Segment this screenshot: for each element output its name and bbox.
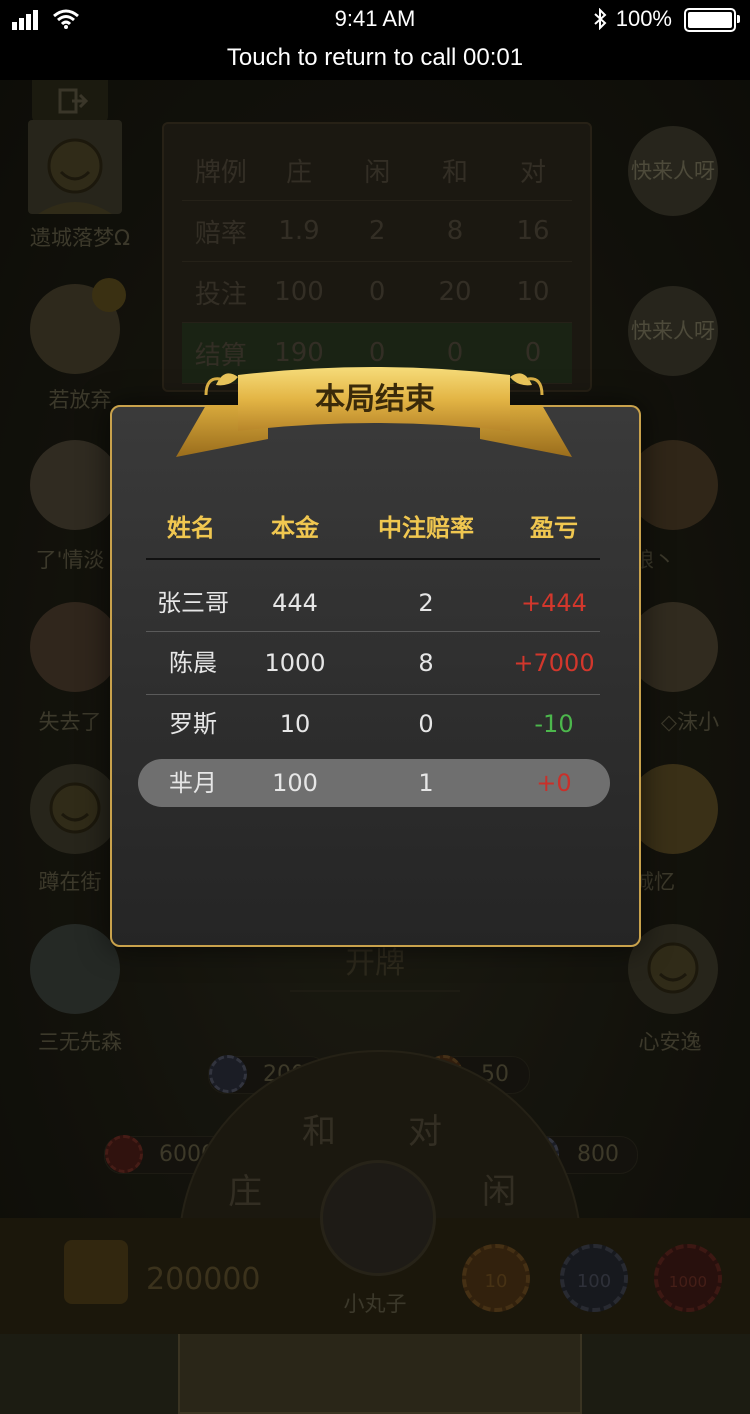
header-divider	[146, 558, 600, 560]
row-profit: +0	[536, 769, 572, 797]
row-name: 芈月	[169, 769, 217, 797]
dialog-title: 本局结束	[315, 382, 435, 417]
row-odds: 2	[418, 589, 434, 617]
battery-icon	[684, 8, 740, 32]
row-profit: -10	[534, 710, 574, 738]
battery-percent: 100%	[615, 6, 672, 31]
row-principal: 10	[279, 710, 311, 738]
row-profit: +7000	[513, 649, 595, 677]
status-bar: 9:41 AM 100% Touch to return to call 00:…	[0, 0, 750, 80]
row-name: 陈晨	[169, 649, 217, 677]
row-profit: +444	[521, 589, 587, 617]
row-principal: 1000	[264, 649, 326, 677]
row-odds: 1	[418, 769, 434, 797]
row-odds: 8	[418, 649, 434, 677]
row-principal: 100	[272, 769, 318, 797]
row-name: 罗斯	[169, 710, 217, 738]
row-odds: 0	[418, 710, 434, 738]
column-header-odds: 中注赔率	[378, 514, 474, 542]
row-divider	[146, 631, 600, 632]
column-header-name: 姓名	[167, 514, 215, 542]
row-principal: 444	[272, 589, 318, 617]
result-row-current-user: 芈月 100 1 +0	[146, 753, 600, 813]
column-header-profit: 盈亏	[530, 514, 578, 542]
result-row: 陈晨 1000 8 +7000	[146, 633, 600, 693]
call-banner[interactable]: Touch to return to call 00:01	[0, 44, 750, 72]
column-header-principal: 本金	[271, 514, 319, 542]
result-row: 张三哥 444 2 +444	[146, 573, 600, 633]
row-name: 张三哥	[157, 589, 229, 617]
result-row: 罗斯 10 0 -10	[146, 694, 600, 754]
bluetooth-icon	[594, 8, 607, 30]
